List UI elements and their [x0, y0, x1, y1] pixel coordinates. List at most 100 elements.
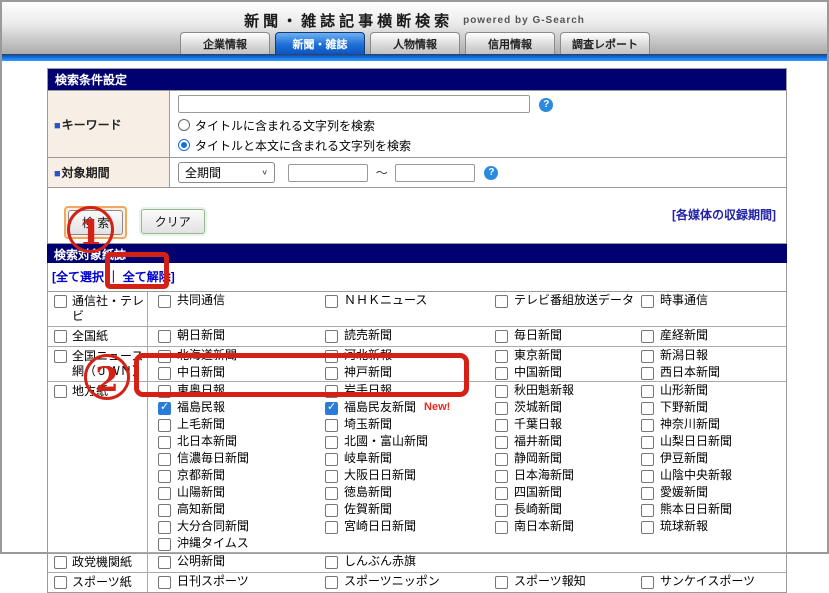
- paper-checkbox[interactable]: [495, 419, 508, 432]
- paper-checkbox[interactable]: [158, 295, 171, 308]
- paper-checkbox[interactable]: [641, 367, 654, 380]
- radio-icon-unselected[interactable]: [178, 119, 190, 131]
- paper-checkbox[interactable]: [495, 487, 508, 500]
- select-all-link[interactable]: 全て選択: [56, 270, 104, 284]
- radio-option-title-only[interactable]: タイトルに含まれる文字列を検索: [178, 117, 778, 133]
- paper-checkbox[interactable]: [641, 521, 654, 534]
- paper-checkbox[interactable]: [158, 556, 171, 569]
- clear-button[interactable]: クリア: [141, 209, 205, 234]
- paper-checkbox[interactable]: [495, 504, 508, 517]
- list-item: ＮＨＫニュース: [325, 292, 495, 309]
- paper-checkbox[interactable]: [325, 436, 338, 449]
- target-papers-title: 検索対象紙誌: [47, 244, 787, 263]
- paper-checkbox[interactable]: [641, 453, 654, 466]
- paper-checkbox[interactable]: [325, 350, 338, 363]
- paper-checkbox[interactable]: [325, 385, 338, 398]
- paper-checkbox[interactable]: [495, 436, 508, 449]
- category-checkbox[interactable]: [54, 330, 67, 343]
- paper-checkbox[interactable]: [158, 470, 171, 483]
- paper-checkbox[interactable]: [158, 504, 171, 517]
- tab-3[interactable]: 信用情報: [465, 32, 555, 54]
- items-cell: 共同通信ＮＨＫニューステレビ番組放送データ時事通信: [148, 292, 786, 326]
- paper-checkbox[interactable]: [495, 470, 508, 483]
- paper-label: 新潟日報: [660, 347, 708, 364]
- paper-row: 山陽新聞徳島新聞四国新聞愛媛新聞: [158, 484, 786, 501]
- paper-checkbox[interactable]: [158, 367, 171, 380]
- category-checkbox[interactable]: [54, 576, 67, 589]
- radio-icon-selected[interactable]: [178, 139, 190, 151]
- radio-label: タイトルと本文に含まれる文字列を検索: [195, 137, 411, 154]
- paper-group: スポーツ紙日刊スポーツスポーツニッポンスポーツ報知サンケイスポーツ: [48, 573, 786, 592]
- paper-checkbox[interactable]: [495, 521, 508, 534]
- tab-2[interactable]: 人物情報: [370, 32, 460, 54]
- paper-checkbox[interactable]: [641, 470, 654, 483]
- paper-label: 河北新報: [344, 347, 392, 364]
- category-cell: スポーツ紙: [48, 573, 148, 592]
- paper-checkbox[interactable]: [495, 330, 508, 343]
- period-from-input[interactable]: [288, 164, 368, 182]
- radio-option-title-and-body[interactable]: タイトルと本文に含まれる文字列を検索: [178, 137, 778, 153]
- paper-checkbox[interactable]: [641, 330, 654, 343]
- paper-checkbox[interactable]: [325, 504, 338, 517]
- category-checkbox[interactable]: [54, 556, 67, 569]
- list-item: 琉球新報: [641, 518, 786, 535]
- media-coverage-period-link[interactable]: [各媒体の収録期間]: [672, 206, 776, 223]
- tab-1[interactable]: 新聞・雑誌: [275, 32, 365, 54]
- category-checkbox[interactable]: [54, 385, 67, 398]
- paper-checkbox[interactable]: [495, 295, 508, 308]
- paper-checkbox[interactable]: [158, 538, 171, 551]
- paper-checkbox[interactable]: [158, 576, 171, 589]
- paper-checkbox[interactable]: [495, 367, 508, 380]
- paper-checkbox[interactable]: [495, 453, 508, 466]
- paper-checkbox[interactable]: [641, 419, 654, 432]
- tab-0[interactable]: 企業情報: [180, 32, 270, 54]
- paper-checkbox[interactable]: [641, 350, 654, 363]
- period-help-icon[interactable]: ?: [484, 166, 498, 180]
- period-to-input[interactable]: [395, 164, 475, 182]
- paper-checkbox[interactable]: [325, 330, 338, 343]
- paper-checkbox[interactable]: [641, 436, 654, 449]
- tab-4[interactable]: 調査レポート: [560, 32, 650, 54]
- bullet-icon: ■: [54, 120, 61, 132]
- paper-checkbox[interactable]: [641, 487, 654, 500]
- paper-checkbox[interactable]: [158, 330, 171, 343]
- paper-checkbox[interactable]: [641, 402, 654, 415]
- paper-label: 佐賀新聞: [344, 501, 392, 518]
- period-select[interactable]: 全期間 ∨: [178, 162, 275, 183]
- paper-checkbox[interactable]: [158, 402, 171, 415]
- paper-checkbox[interactable]: [325, 367, 338, 380]
- paper-checkbox[interactable]: [158, 350, 171, 363]
- paper-checkbox[interactable]: [325, 556, 338, 569]
- paper-checkbox[interactable]: [325, 576, 338, 589]
- category-label: 地方紙: [72, 384, 108, 399]
- paper-checkbox[interactable]: [641, 385, 654, 398]
- paper-checkbox[interactable]: [158, 419, 171, 432]
- paper-checkbox[interactable]: [641, 504, 654, 517]
- paper-checkbox[interactable]: [158, 453, 171, 466]
- paper-checkbox[interactable]: [325, 470, 338, 483]
- paper-checkbox[interactable]: [495, 576, 508, 589]
- paper-checkbox[interactable]: [325, 487, 338, 500]
- paper-checkbox[interactable]: [641, 295, 654, 308]
- paper-checkbox[interactable]: [158, 436, 171, 449]
- paper-checkbox[interactable]: [495, 402, 508, 415]
- category-checkbox[interactable]: [54, 350, 67, 363]
- paper-checkbox[interactable]: [325, 419, 338, 432]
- paper-checkbox[interactable]: [641, 576, 654, 589]
- paper-checkbox[interactable]: [325, 521, 338, 534]
- paper-checkbox[interactable]: [325, 453, 338, 466]
- search-button[interactable]: 検 索: [68, 210, 123, 235]
- paper-checkbox[interactable]: [158, 487, 171, 500]
- keyword-input[interactable]: [178, 95, 530, 113]
- deselect-all-link[interactable]: 全て解除: [123, 270, 171, 284]
- paper-label: 公明新聞: [177, 553, 225, 570]
- paper-checkbox[interactable]: [495, 385, 508, 398]
- paper-checkbox[interactable]: [495, 350, 508, 363]
- paper-checkbox[interactable]: [325, 402, 338, 415]
- paper-checkbox[interactable]: [325, 295, 338, 308]
- keyword-help-icon[interactable]: ?: [539, 98, 553, 112]
- paper-checkbox[interactable]: [158, 385, 171, 398]
- paper-checkbox[interactable]: [158, 521, 171, 534]
- paper-row: 東奥日報岩手日報秋田魁新報山形新聞: [158, 382, 786, 399]
- category-checkbox[interactable]: [54, 295, 67, 308]
